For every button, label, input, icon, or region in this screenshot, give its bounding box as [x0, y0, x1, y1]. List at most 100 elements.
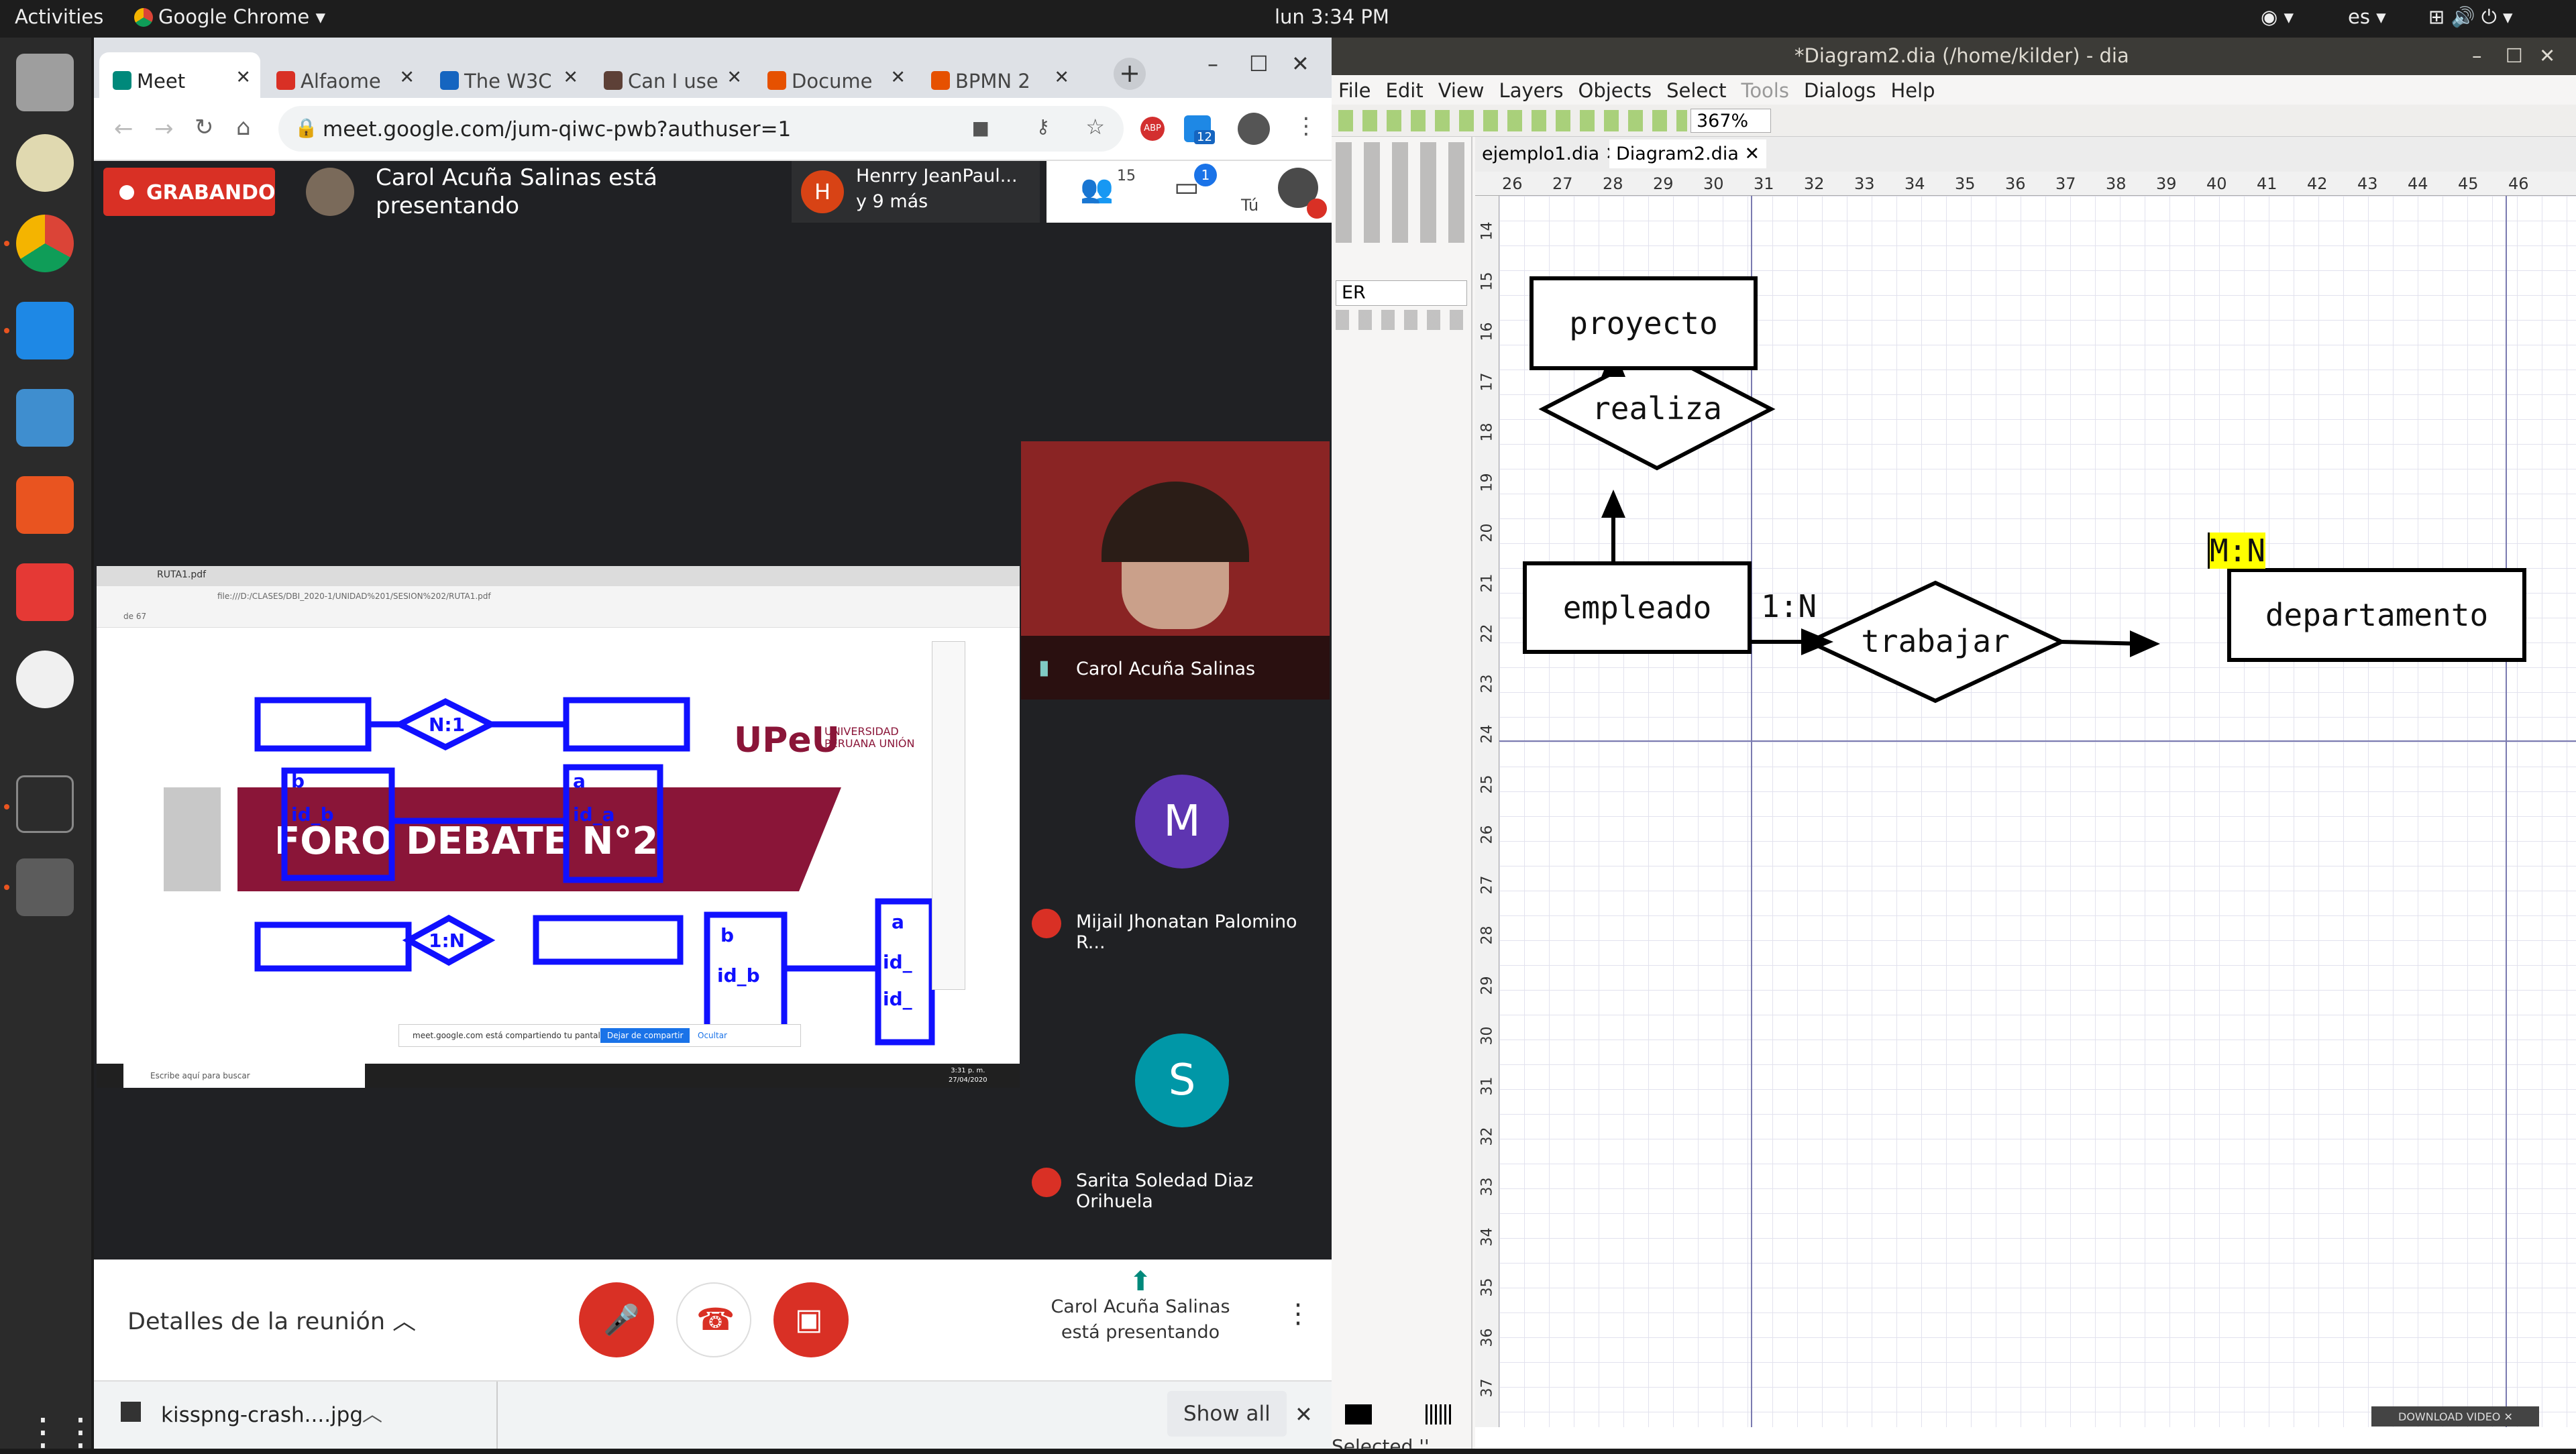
maximize-button[interactable]: ☐ — [1249, 51, 1269, 76]
entity-empleado[interactable]: empleado — [1523, 561, 1752, 654]
new-tab-button[interactable]: + — [1114, 58, 1146, 90]
menu-help[interactable]: Help — [1890, 79, 1935, 102]
bookmark-star-icon[interactable]: ☆ — [1085, 114, 1105, 139]
chrome-dock-icon[interactable] — [16, 215, 74, 272]
eclipse-icon[interactable] — [16, 651, 74, 708]
ruler-left-tick: 33 — [1479, 1177, 1496, 1196]
close-tab-icon[interactable]: ✕ — [890, 67, 906, 88]
menu-objects[interactable]: Objects — [1578, 79, 1652, 102]
close-downloads-icon[interactable]: ✕ — [1295, 1402, 1313, 1427]
participant-tile-3[interactable]: S Sarita Soledad Diaz Orihuela — [1021, 960, 1330, 1218]
tool-icons[interactable] — [1336, 142, 1467, 243]
line-width-selector[interactable] — [1426, 1404, 1452, 1424]
close-window-button[interactable]: ✕ — [2539, 44, 2555, 67]
participant-tile-video[interactable]: ▮ Carol Acuña Salinas — [1021, 441, 1330, 700]
presenting-status[interactable]: ⬆ Carol Acuña Salinas está presentando — [1040, 1268, 1241, 1345]
show-all-button[interactable]: Show all — [1167, 1391, 1287, 1437]
relationship-trabajar[interactable]: trabajar — [1809, 623, 2061, 659]
close-tab-icon[interactable]: ✕ — [235, 67, 251, 88]
clock[interactable]: lun 3:34 PM — [1275, 5, 1389, 28]
menu-file[interactable]: File — [1338, 79, 1371, 102]
tab-1[interactable]: Alfaome ✕ — [263, 52, 424, 98]
maximize-button[interactable]: ☐ — [2506, 44, 2523, 67]
menu-layers[interactable]: Layers — [1499, 79, 1564, 102]
menu-tools[interactable]: Tools — [1741, 79, 1789, 102]
tab-3[interactable]: Can I use ✕ — [590, 52, 751, 98]
terminal-icon[interactable] — [16, 775, 74, 833]
close-tab-icon[interactable]: ✕ — [399, 67, 415, 88]
key-icon[interactable]: ⚷ — [1036, 115, 1050, 137]
sheet-selector[interactable]: ER — [1336, 280, 1467, 306]
vscode-icon[interactable] — [16, 302, 74, 359]
adblock-icon[interactable]: ABP — [1140, 117, 1165, 141]
system-status-icons[interactable]: ⊞ 🔊 ⏻ ▾ — [2428, 5, 2513, 29]
tab-0[interactable]: Meet ✕ — [99, 52, 260, 98]
anydesk-icon[interactable] — [16, 563, 74, 621]
forward-icon[interactable]: → — [154, 115, 174, 142]
close-window-button[interactable]: ✕ — [1291, 51, 1309, 76]
chevron-up-icon[interactable]: ︿ — [362, 1398, 382, 1427]
entity-proyecto[interactable]: proyecto — [1529, 276, 1758, 370]
download-item[interactable]: kisspng-crash....jpg — [161, 1403, 363, 1427]
camera-off-button[interactable]: ▣ — [773, 1282, 849, 1357]
back-icon[interactable]: ← — [114, 115, 133, 142]
close-icon[interactable]: ✕ — [2504, 1410, 2513, 1423]
menu-select[interactable]: Select — [1666, 79, 1726, 102]
camera-icon[interactable]: ■ — [972, 117, 989, 139]
tab-4[interactable]: Docume ✕ — [754, 52, 915, 98]
close-tab-icon[interactable]: ✕ — [727, 67, 742, 88]
close-tab-icon[interactable]: ✕ — [1054, 67, 1069, 88]
software-center-icon[interactable] — [16, 476, 74, 534]
profile-avatar[interactable] — [1238, 113, 1270, 145]
zoom-field[interactable]: 367% — [1690, 109, 1771, 133]
chrome-menu-icon[interactable]: ⋮ — [1295, 113, 1318, 139]
rhythmbox-icon[interactable] — [16, 134, 74, 192]
address-bar[interactable]: 🔒 meet.google.com/jum-qiwc-pwb?authuser=… — [278, 106, 1124, 152]
image-viewer-icon[interactable] — [16, 389, 74, 447]
cardinality-label-1[interactable]: 1:N — [1761, 588, 1817, 624]
minimize-button[interactable]: – — [2472, 44, 2482, 67]
dia-icon[interactable] — [16, 858, 74, 916]
activities-button[interactable]: Activities — [15, 5, 103, 28]
pen-palette[interactable] — [932, 641, 965, 990]
people-icon[interactable]: 👥 — [1080, 173, 1114, 205]
files-icon[interactable] — [16, 54, 74, 111]
accessibility-icon[interactable]: ◉ ▾ — [2261, 5, 2294, 28]
tab-2[interactable]: The W3C ✕ — [427, 52, 588, 98]
show-apps-icon[interactable]: ⋮⋮ — [24, 1414, 99, 1451]
cardinality-label-2[interactable]: M:N — [2208, 533, 2266, 569]
reload-icon[interactable]: ↻ — [195, 114, 214, 141]
language-selector[interactable]: es ▾ — [2348, 5, 2386, 28]
ruler-top-tick: 43 — [2357, 174, 2378, 193]
mic-off-button[interactable]: 🎤 — [579, 1282, 654, 1357]
more-options-icon[interactable]: ⋮ — [1285, 1298, 1311, 1329]
ruler-top-tick: 40 — [2206, 174, 2227, 193]
hide-share-button[interactable]: Ocultar — [698, 1031, 727, 1040]
ruler-top-tick: 36 — [2005, 174, 2026, 193]
others-card[interactable]: H Henrry JeanPaul... y 9 más — [792, 161, 1040, 223]
home-icon[interactable]: ⌂ — [236, 114, 251, 141]
stop-share-button[interactable]: Dejar de compartir — [600, 1028, 690, 1043]
download-video-overlay[interactable]: DOWNLOAD VIDEO ✕ — [2371, 1406, 2539, 1427]
close-tab-icon[interactable]: ✕ — [1744, 144, 1760, 164]
meeting-details-button[interactable]: Detalles de la reunión ︿ — [127, 1302, 416, 1337]
menu-edit[interactable]: Edit — [1386, 79, 1424, 102]
er-shape-icons[interactable] — [1336, 310, 1467, 330]
diagram-canvas[interactable]: proyecto realiza empleado trabajar depar… — [1499, 196, 2576, 1427]
app-menu[interactable]: Google Chrome ▾ — [134, 5, 325, 28]
doc-tab-2[interactable]: Diagram2.dia ✕ — [1609, 139, 1767, 168]
mic-off-icon: 🎤 — [603, 1303, 640, 1337]
hang-up-button[interactable]: ☎ — [676, 1282, 751, 1357]
presenter-avatar — [306, 168, 354, 216]
color-selector[interactable] — [1345, 1404, 1372, 1424]
relationship-realiza[interactable]: realiza — [1543, 390, 1771, 427]
participant-tile-2[interactable]: M Mijail Jhonatan Palomino R... — [1021, 701, 1330, 959]
dia-toolbar-icons[interactable] — [1338, 110, 1687, 131]
minimize-button[interactable]: – — [1208, 51, 1218, 76]
close-tab-icon[interactable]: ✕ — [563, 67, 578, 88]
doc-tab-1[interactable]: ejemplo1.dia ✕ — [1475, 144, 1627, 164]
tab-5[interactable]: BPMN 2 ✕ — [918, 52, 1079, 98]
menu-dialogs[interactable]: Dialogs — [1804, 79, 1876, 102]
menu-view[interactable]: View — [1438, 79, 1485, 102]
entity-departamento[interactable]: departamento — [2227, 568, 2526, 662]
